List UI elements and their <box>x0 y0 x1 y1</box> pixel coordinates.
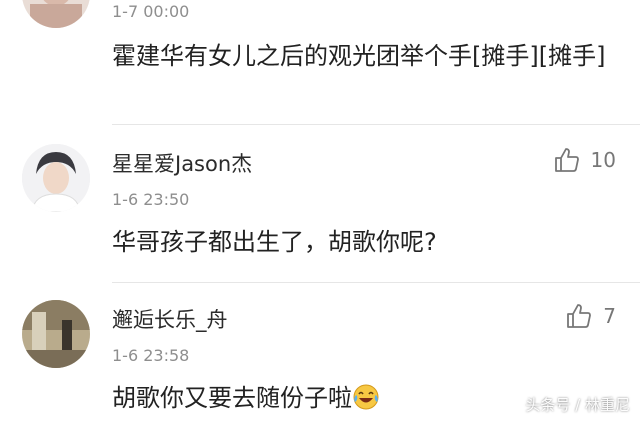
comment-item: 1-7 00:00 霍建华有女儿之后的观光团举个手[摊手][摊手] <box>0 0 640 120</box>
thumbs-up-icon <box>567 304 592 328</box>
avatar[interactable] <box>22 0 90 28</box>
watermark: 头条号 / 林重尼 <box>525 396 630 414</box>
comment-time: 1-6 23:50 <box>112 190 190 209</box>
comment-time: 1-6 23:58 <box>112 346 190 365</box>
like-button[interactable]: 7 <box>565 302 616 330</box>
username[interactable]: 邂逅长乐_舟 <box>112 304 228 334</box>
like-count: 7 <box>603 304 616 328</box>
avatar[interactable] <box>22 144 90 212</box>
comment-item: 邂逅长乐_舟 7 1-6 23:58 胡歌你又要去随份子啦 头条号 / 林重尼 <box>0 282 640 419</box>
comment-text: 华哥孩子都出生了，胡歌你呢? <box>112 228 437 256</box>
comment-text-content: 胡歌你又要去随份子啦 <box>112 384 352 412</box>
comment-time: 1-7 00:00 <box>112 2 190 21</box>
laughing-tears-emoji-icon <box>352 383 380 411</box>
username[interactable]: 星星爱Jason杰 <box>112 148 252 178</box>
thumbs-up-icon <box>554 148 579 172</box>
avatar[interactable] <box>22 300 90 368</box>
like-count: 10 <box>590 148 616 172</box>
comment-text: 霍建华有女儿之后的观光团举个手[摊手][摊手] <box>112 42 606 70</box>
like-button[interactable]: 10 <box>553 146 616 174</box>
comment-item: 星星爱Jason杰 10 1-6 23:50 华哥孩子都出生了，胡歌你呢? <box>0 124 640 282</box>
